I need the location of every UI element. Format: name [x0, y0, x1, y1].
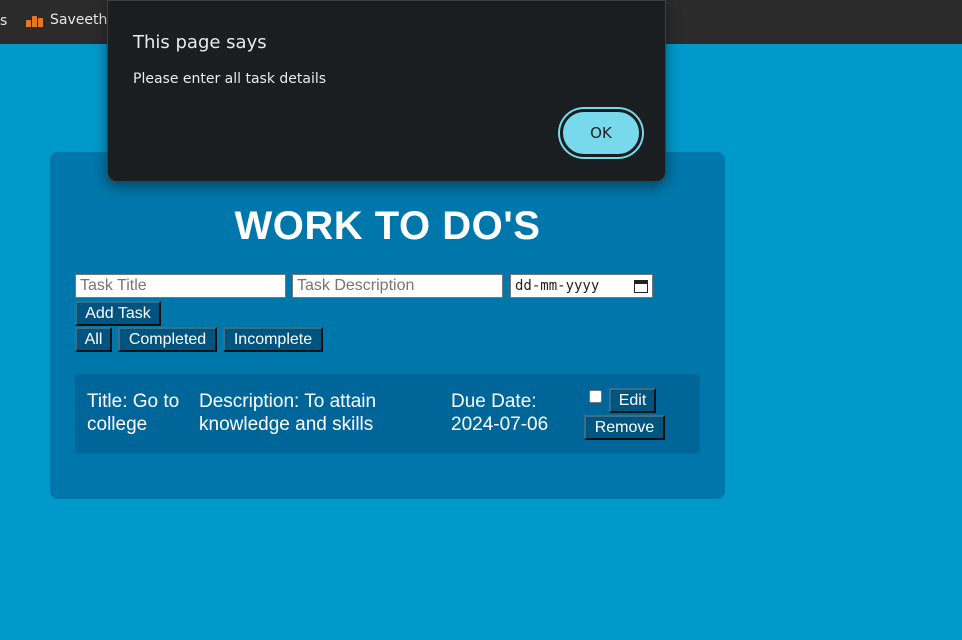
remove-button[interactable]: Remove — [584, 415, 665, 440]
edit-button[interactable]: Edit — [609, 388, 656, 413]
task-title: Title: Go to college — [87, 391, 180, 435]
bookmark-saveetha[interactable]: Saveetha — [26, 12, 116, 28]
due-date-input[interactable]: dd-mm-yyyy — [510, 274, 653, 298]
add-task-button[interactable]: Add Task — [75, 301, 161, 326]
task-complete-checkbox[interactable] — [589, 390, 602, 403]
date-placeholder: dd-mm-yyyy — [515, 278, 600, 294]
task-description-input[interactable] — [292, 274, 503, 298]
alert-dialog: This page says Please enter all task det… — [107, 0, 666, 182]
moodle-icon — [26, 13, 44, 27]
dialog-title: This page says — [133, 32, 267, 53]
task-item: Title: Go to college Description: To att… — [75, 374, 700, 454]
filter-all-button[interactable]: All — [75, 327, 112, 352]
todo-card: WORK TO DO'S dd-mm-yyyy Add Task All Com… — [50, 152, 725, 499]
bookmark-fragment[interactable]: s — [0, 13, 7, 29]
filter-completed-button[interactable]: Completed — [118, 327, 217, 352]
page-title: WORK TO DO'S — [234, 204, 541, 248]
filter-incomplete-button[interactable]: Incomplete — [223, 327, 323, 352]
task-title-input[interactable] — [75, 274, 286, 298]
task-description: Description: To attain knowledge and ski… — [199, 391, 377, 435]
calendar-icon[interactable] — [634, 279, 648, 293]
ok-button[interactable]: OK — [560, 109, 642, 157]
dialog-message: Please enter all task details — [133, 71, 327, 87]
task-due-date: Due Date: 2024-07-06 — [451, 391, 549, 435]
